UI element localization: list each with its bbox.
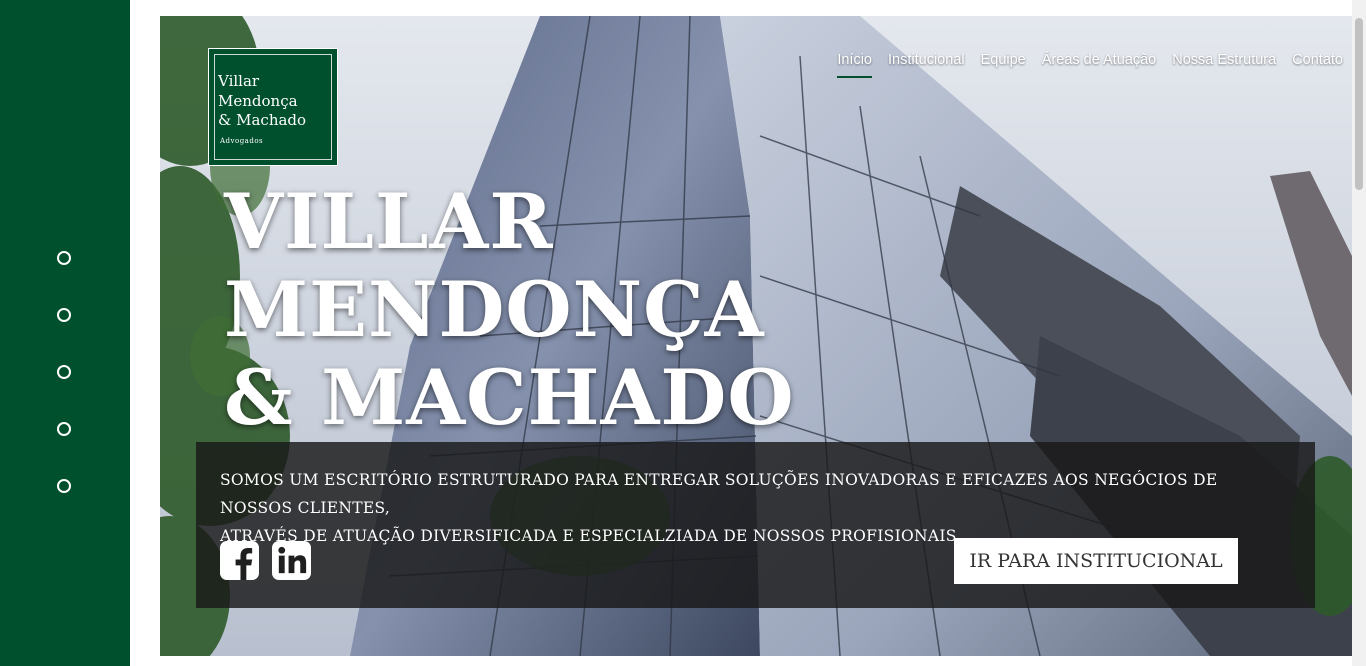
linkedin-icon[interactable] <box>272 541 311 580</box>
page-scrollbar[interactable] <box>1352 0 1366 666</box>
scrollbar-thumb[interactable] <box>1355 18 1363 190</box>
hero-title-line-3: & MACHADO <box>224 353 795 442</box>
nav-item-inicio[interactable]: Início <box>837 52 872 78</box>
logo-subtitle: Advogados <box>220 137 264 145</box>
hero-title-line-2: MENDONÇA <box>224 265 765 354</box>
hero-title-line-1: VILLAR <box>224 177 554 266</box>
main-nav: Início Institucional Equipe Áreas de Atu… <box>821 52 1343 78</box>
slide-dot-5[interactable] <box>57 479 71 493</box>
hero-title: VILLAR MENDONÇA & MACHADO <box>224 178 795 442</box>
nav-item-contato[interactable]: Contato <box>1292 52 1343 78</box>
slide-dot-1[interactable] <box>57 251 71 265</box>
slide-dots <box>57 251 71 536</box>
hero-info-panel: SOMOS UM ESCRITÓRIO ESTRUTURADO PARA ENT… <box>196 442 1315 608</box>
facebook-icon[interactable] <box>220 541 259 580</box>
logo-line-3: & Machado <box>218 111 307 129</box>
sidebar <box>0 0 130 666</box>
hero-section: Villar Mendonça & Machado Advogados Iníc… <box>160 16 1352 656</box>
nav-item-institucional[interactable]: Institucional <box>888 52 965 78</box>
logo-line-2: Mendonça <box>218 92 298 110</box>
nav-item-equipe[interactable]: Equipe <box>981 52 1026 78</box>
site-logo[interactable]: Villar Mendonça & Machado Advogados <box>208 48 338 166</box>
logo-line-1: Villar <box>218 72 260 90</box>
hero-description-line-1: SOMOS UM ESCRITÓRIO ESTRUTURADO PARA ENT… <box>220 471 1218 517</box>
nav-item-nossa-estrutura[interactable]: Nossa Estrutura <box>1172 52 1276 78</box>
nav-item-areas-de-atuacao[interactable]: Áreas de Atuação <box>1042 52 1156 78</box>
slide-dot-3[interactable] <box>57 365 71 379</box>
go-to-institucional-button[interactable]: IR PARA INSTITUCIONAL <box>954 538 1238 584</box>
slide-dot-4[interactable] <box>57 422 71 436</box>
social-links <box>220 541 324 580</box>
slide-dot-2[interactable] <box>57 308 71 322</box>
